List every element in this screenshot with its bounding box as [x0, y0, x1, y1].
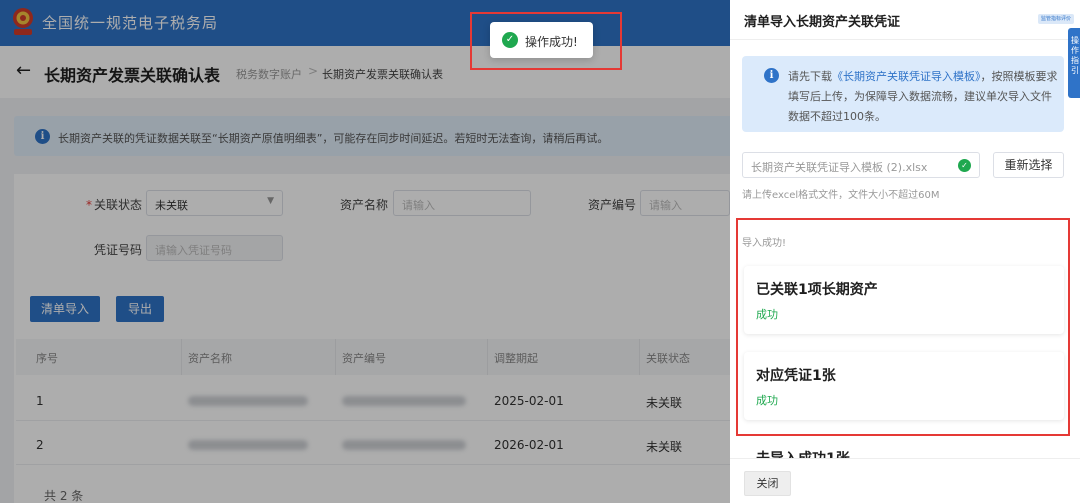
result-title: 已关联1项长期资产: [756, 282, 878, 298]
drawer-footer: 关闭: [730, 458, 1080, 503]
drawer-title: 清单导入长期资产关联凭证: [744, 15, 901, 30]
toast-text: 操作成功!: [525, 35, 578, 49]
template-download-link[interactable]: 《长期资产关联凭证导入模板》: [832, 70, 981, 83]
result-caption: 导入成功!: [742, 238, 787, 249]
drawer-info-box: i 请先下载《长期资产关联凭证导入模板》，按照模板要求填写后上传，为保障导入数据…: [742, 56, 1064, 132]
modal-mask[interactable]: [0, 0, 730, 503]
result-title: 对应凭证1张: [756, 368, 836, 384]
drawer-tag: 监管指标评价: [1038, 14, 1074, 24]
result-card: 已关联1项长期资产 成功: [744, 266, 1064, 334]
info-prefix: 请先下载: [788, 70, 832, 83]
reselect-button[interactable]: 重新选择: [993, 152, 1064, 178]
import-drawer: 清单导入长期资产关联凭证 监管指标评价 操作指引 i 请先下载《长期资产关联凭证…: [730, 0, 1080, 503]
success-toast: ✓ 操作成功!: [490, 22, 593, 58]
guide-side-tab[interactable]: 操作指引: [1068, 28, 1080, 98]
result-status: 成功: [756, 394, 778, 407]
check-circle-icon: ✓: [502, 32, 518, 48]
drawer-header: 清单导入长期资产关联凭证 监管指标评价: [730, 0, 1080, 40]
uploaded-file-name: 长期资产关联凭证导入模板 (2).xlsx: [751, 161, 928, 174]
check-circle-icon: ✓: [958, 159, 971, 172]
result-status: 成功: [756, 308, 778, 321]
result-card: 对应凭证1张 成功: [744, 352, 1064, 420]
drawer-info-text: 请先下载《长期资产关联凭证导入模板》，按照模板要求填写后上传，为保障导入数据流畅…: [788, 67, 1058, 127]
upload-hint: 请上传excel格式文件，文件大小不超过60M: [742, 190, 940, 201]
info-icon: i: [764, 68, 779, 83]
uploaded-file-field[interactable]: 长期资产关联凭证导入模板 (2).xlsx ✓: [742, 152, 980, 178]
close-button[interactable]: 关闭: [744, 471, 791, 496]
